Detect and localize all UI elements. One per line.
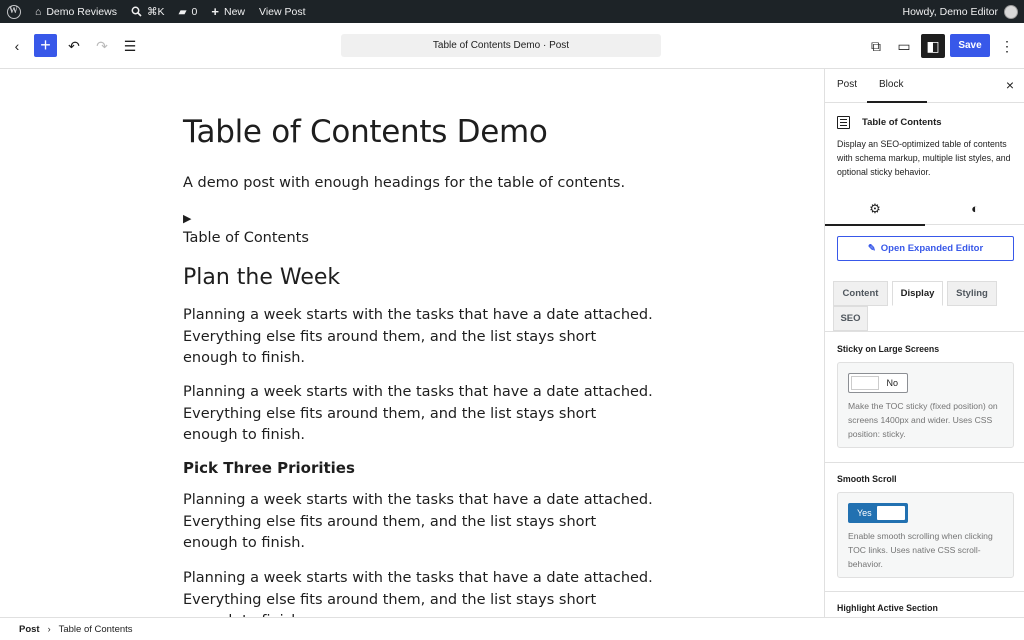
tab-block[interactable]: Block: [866, 79, 929, 103]
section-title-highlight-active: Highlight Active Section: [837, 603, 938, 613]
site-name-link[interactable]: ⌂ Demo Reviews: [28, 0, 124, 23]
document-title-bar[interactable]: Table of Contents Demo · Post: [341, 34, 661, 57]
user-account-menu[interactable]: Howdy, Demo Editor: [902, 4, 1024, 19]
panel-tab-content[interactable]: Content: [833, 281, 888, 306]
excerpt-paragraph[interactable]: A demo post with enough headings for the…: [183, 175, 625, 191]
divider: [825, 591, 1024, 592]
document-overview-button[interactable]: ☰: [118, 34, 142, 58]
toggle-knob: [851, 376, 879, 390]
breadcrumb-current[interactable]: Table of Contents: [59, 624, 133, 635]
plus-icon: +: [211, 4, 219, 19]
divider: [825, 331, 1024, 332]
admin-bar: ⌂ Demo Reviews ⌘K ▰ 0 + New View Post Ho…: [0, 0, 1024, 23]
table-of-contents-icon: [837, 116, 850, 129]
open-expanded-editor-label: Open Expanded Editor: [880, 243, 984, 254]
block-breadcrumb: Post › Table of Contents: [0, 617, 1024, 640]
sticky-option-card: No Make the TOC sticky (fixed position) …: [837, 362, 1014, 448]
site-name-label: Demo Reviews: [46, 5, 117, 18]
search-icon: [131, 6, 142, 17]
paragraph[interactable]: Planning a week starts with the tasks th…: [183, 568, 653, 617]
heading-plan-the-week[interactable]: Plan the Week: [183, 265, 340, 290]
toggle-label: Yes: [857, 508, 872, 518]
smooth-scroll-help-text: Enable smooth scrolling when clicking TO…: [848, 531, 993, 569]
undo-button[interactable]: ↶: [62, 34, 86, 58]
paragraph[interactable]: Planning a week starts with the tasks th…: [183, 382, 653, 447]
avatar: [1004, 4, 1018, 19]
redo-icon: ↷: [96, 37, 108, 54]
settings-styles-tabs: ⚙ ◐: [825, 192, 1024, 226]
command-search-button[interactable]: ⌘K: [124, 0, 172, 23]
toc-disclosure-triangle-icon[interactable]: ▶: [183, 212, 191, 225]
tab-styles[interactable]: ◐: [925, 192, 1024, 225]
section-title-sticky: Sticky on Large Screens: [837, 344, 940, 354]
new-content-link[interactable]: + New: [204, 0, 252, 23]
pencil-icon: ✎: [867, 243, 876, 254]
wordpress-logo-icon: [7, 4, 21, 19]
document-title: Table of Contents Demo · Post: [432, 40, 570, 51]
open-expanded-editor-button[interactable]: ✎ Open Expanded Editor: [837, 236, 1014, 261]
paragraph[interactable]: Planning a week starts with the tasks th…: [183, 490, 653, 555]
settings-sidebar-toggle[interactable]: ◧: [921, 34, 945, 58]
search-shortcut-label: ⌘K: [146, 5, 165, 18]
plus-icon: +: [40, 35, 51, 55]
block-name: Table of Contents: [862, 117, 942, 128]
breadcrumb-post[interactable]: Post: [19, 624, 40, 635]
undo-icon: ↶: [68, 37, 80, 54]
post-title[interactable]: Table of Contents Demo: [183, 114, 548, 150]
home-icon: ⌂: [35, 5, 42, 18]
toggle-knob: [877, 506, 905, 520]
tab-settings[interactable]: ⚙: [825, 192, 925, 226]
contrast-icon: ◐: [971, 201, 979, 216]
view-post-label: View Post: [259, 5, 306, 18]
external-link-icon: ⧉: [871, 37, 881, 54]
back-button[interactable]: ‹: [5, 34, 29, 58]
sidebar-tabs: Post Block ×: [825, 69, 1024, 103]
panel-tab-seo[interactable]: SEO: [833, 306, 868, 331]
editor-canvas: Table of Contents Demo A demo post with …: [0, 69, 824, 617]
block-inserter-button[interactable]: +: [34, 34, 57, 57]
list-view-icon: ☰: [123, 37, 137, 54]
block-description: Display an SEO-optimized table of conten…: [837, 139, 1011, 177]
sticky-toggle[interactable]: No: [848, 373, 908, 393]
save-button[interactable]: Save: [950, 34, 990, 57]
sticky-help-text: Make the TOC sticky (fixed position) on …: [848, 401, 998, 439]
view-post-link[interactable]: View Post: [252, 0, 313, 23]
sidebar-icon: ◧: [926, 37, 940, 54]
editor-header: ‹ + ↶ ↷ ☰ Table of Contents Demo · Post …: [0, 23, 1024, 69]
smooth-scroll-toggle[interactable]: Yes: [848, 503, 908, 523]
desktop-icon: ▭: [897, 37, 911, 54]
chevron-left-icon: ‹: [14, 38, 20, 54]
paragraph[interactable]: Planning a week starts with the tasks th…: [183, 305, 653, 370]
tab-post[interactable]: Post: [837, 79, 857, 90]
new-label: New: [223, 5, 245, 18]
wordpress-logo-button[interactable]: [0, 0, 28, 23]
section-title-smooth-scroll: Smooth Scroll: [837, 474, 897, 484]
heading-pick-three-priorities[interactable]: Pick Three Priorities: [183, 459, 355, 477]
smooth-scroll-option-card: Yes Enable smooth scrolling when clickin…: [837, 492, 1014, 578]
options-menu-button[interactable]: ⋮: [995, 34, 1019, 58]
preview-device-button[interactable]: ▭: [892, 34, 916, 58]
close-icon[interactable]: ×: [1006, 77, 1014, 93]
comment-icon: ▰: [178, 5, 187, 18]
panel-tab-display[interactable]: Display: [892, 281, 943, 306]
greeting-label: Howdy, Demo Editor: [902, 5, 998, 18]
comments-count: 0: [191, 5, 198, 18]
view-post-external-button[interactable]: ⧉: [864, 34, 888, 58]
toc-block-summary[interactable]: Table of Contents: [183, 230, 309, 246]
panel-tab-styling[interactable]: Styling: [947, 281, 997, 306]
comments-link[interactable]: ▰ 0: [171, 0, 204, 23]
redo-button[interactable]: ↷: [90, 34, 114, 58]
breadcrumb-separator: ›: [47, 624, 51, 634]
settings-sidebar: Post Block × Table of Contents Display a…: [824, 69, 1024, 617]
toggle-label: No: [886, 378, 898, 388]
divider: [825, 462, 1024, 463]
gear-icon: ⚙: [869, 200, 881, 216]
more-vertical-icon: ⋮: [1000, 37, 1014, 54]
